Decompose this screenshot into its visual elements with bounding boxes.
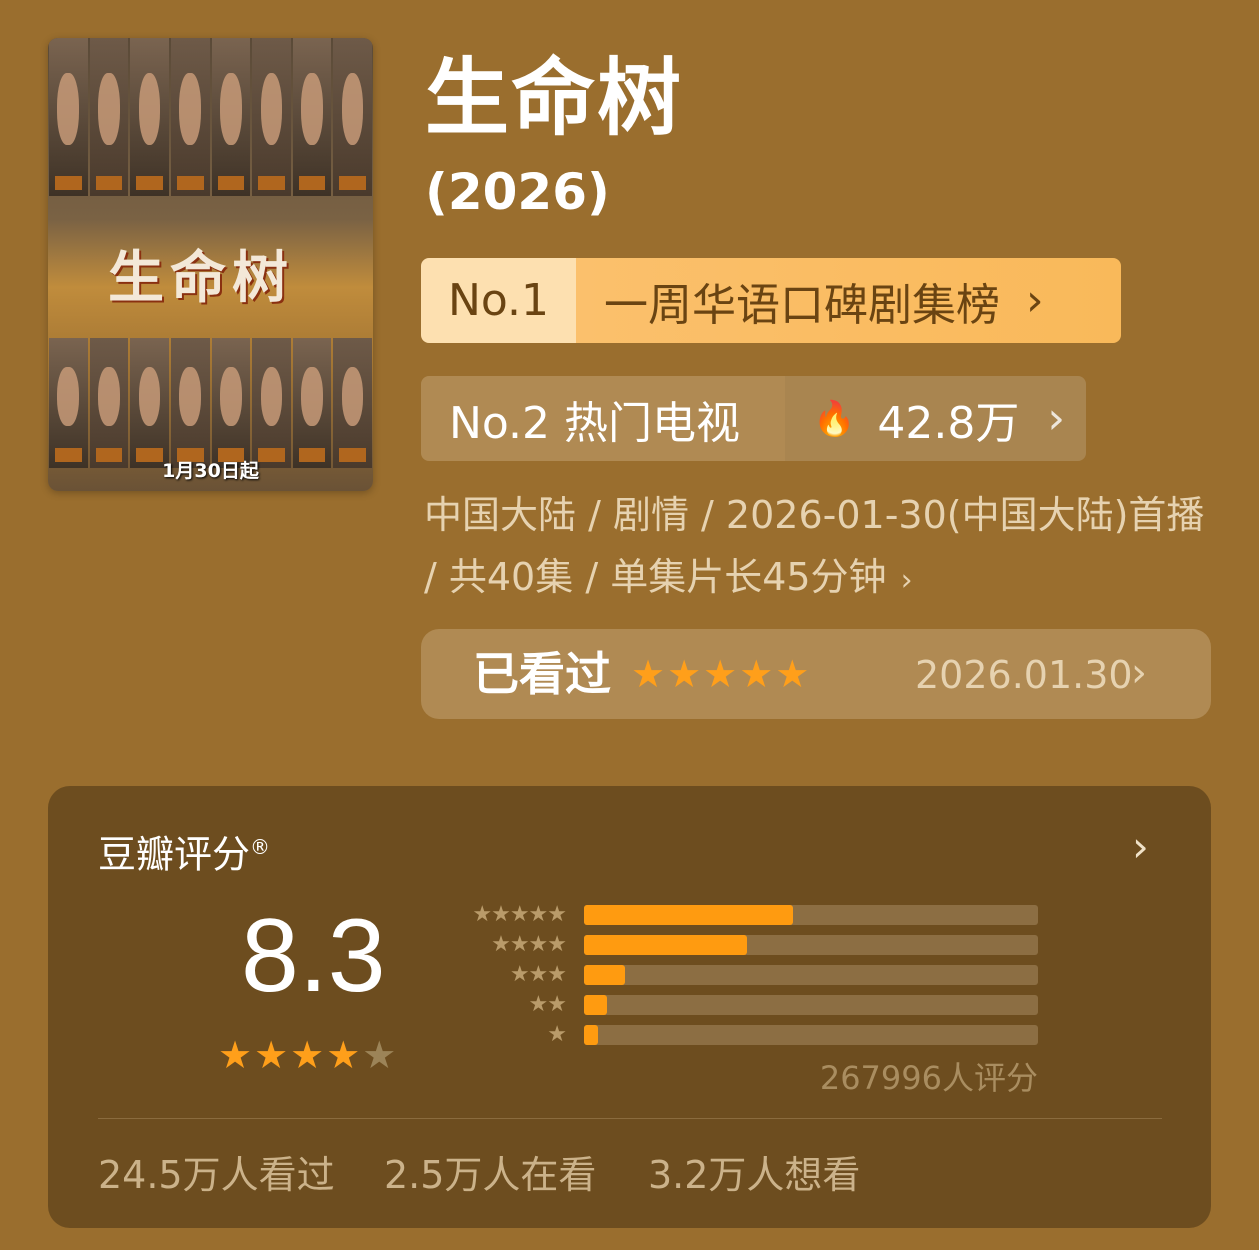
douban-score-stars: ★★★★★ — [218, 1032, 398, 1078]
hot-tv-rank-label: No.2 热门电视 — [421, 376, 785, 461]
chevron-right-icon: › — [900, 563, 913, 598]
douban-rating-title: 豆瓣评分® — [98, 822, 270, 880]
heat-value: 🔥 42.8万 › — [785, 376, 1086, 461]
dist-stars-1: ★ — [547, 1022, 567, 1047]
stat-watching[interactable]: 2.5万人在看 — [384, 1150, 596, 1200]
dist-bar-2 — [584, 995, 1038, 1015]
rank-list-label: 一周华语口碑剧集榜 — [604, 279, 1000, 331]
watched-date: 2026.01.30 — [915, 653, 1133, 697]
douban-title-text: 豆瓣评分 — [98, 832, 251, 877]
dist-stars-2: ★★ — [528, 992, 567, 1017]
dist-bar-fill — [584, 965, 625, 985]
dist-stars-3: ★★★ — [509, 962, 567, 987]
show-meta-info[interactable]: 中国大陆 / 剧情 / 2026-01-30(中国大陆)首播 / 共40集 / … — [424, 484, 1224, 612]
rating-count: 267996人评分 — [819, 1059, 1038, 1097]
poster-cast-top — [48, 38, 373, 196]
meta-text: 中国大陆 / 剧情 / 2026-01-30(中国大陆)首播 / 共40集 / … — [424, 493, 1205, 599]
douban-rating-card[interactable]: 豆瓣评分® › 8.3 ★★★★★ ★★★★★ ★★★★ ★★★ ★★ ★ 26… — [48, 786, 1211, 1228]
dist-bar-3 — [584, 965, 1038, 985]
poster-title-art: 生命树 — [108, 245, 294, 311]
dist-bar-5 — [584, 905, 1038, 925]
heat-number: 42.8万 — [877, 397, 1020, 449]
chevron-right-icon[interactable]: › — [1132, 822, 1149, 872]
poster-cast-bottom — [48, 338, 373, 468]
watched-label: 已看过 — [473, 647, 611, 701]
dist-bar-fill — [584, 995, 607, 1015]
rank-list-name: 一周华语口碑剧集榜 › — [576, 258, 1121, 343]
my-rating-stars: ★★★★★ — [631, 652, 812, 696]
douban-score: 8.3 — [241, 898, 386, 1014]
dist-bar-fill — [584, 1025, 598, 1045]
dist-bar-fill — [584, 935, 748, 955]
stat-want-to-watch[interactable]: 3.2万人想看 — [648, 1150, 860, 1200]
stat-watched[interactable]: 24.5万人看过 — [98, 1150, 335, 1200]
chevron-right-icon: › — [1047, 393, 1065, 444]
dist-bar-1 — [584, 1025, 1038, 1045]
show-title: 生命树 — [425, 49, 684, 147]
registered-mark: ® — [250, 835, 271, 859]
flame-icon: 🔥 — [813, 398, 856, 439]
dist-stars-5: ★★★★★ — [472, 902, 567, 927]
dist-stars-4: ★★★★ — [491, 932, 567, 957]
chevron-right-icon: › — [1026, 275, 1044, 326]
dist-bar-4 — [584, 935, 1038, 955]
poster-date-text: 1月30日起 — [162, 460, 259, 482]
rank-badge-hot-tv[interactable]: No.2 热门电视 🔥 42.8万 › — [421, 376, 1086, 461]
watched-status-bar[interactable]: 已看过 ★★★★★ 2026.01.30 › — [421, 629, 1211, 719]
rank-badge-word-of-mouth[interactable]: No.1 一周华语口碑剧集榜 › — [421, 258, 1121, 343]
dist-bar-fill — [584, 905, 793, 925]
score-stars-empty: ★ — [362, 1033, 399, 1077]
card-divider — [98, 1118, 1162, 1119]
show-year: (2026) — [425, 163, 610, 221]
rank-number: No.1 — [421, 258, 576, 343]
poster-image[interactable]: 生命树 1月30日起 — [48, 38, 373, 491]
score-stars-filled: ★★★★ — [218, 1033, 363, 1077]
chevron-right-icon: › — [1131, 650, 1147, 696]
